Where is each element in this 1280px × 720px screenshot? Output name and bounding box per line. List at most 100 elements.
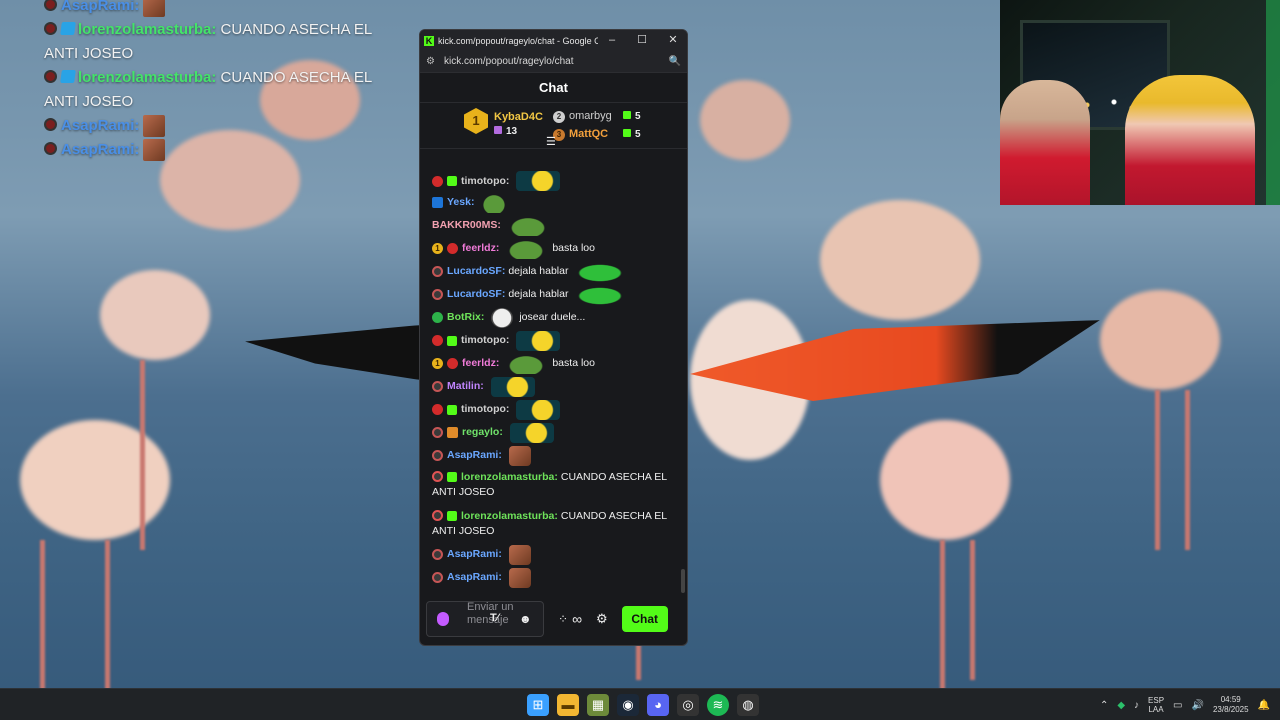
mic-tray-icon[interactable]: ♪ <box>1134 700 1139 711</box>
volume-icon[interactable]: 🔊 <box>1192 700 1204 711</box>
chat-message-list[interactable]: timotopo: Yesk: BAKKR00MS: 1 feerldz: bast… <box>420 171 687 589</box>
text-format-icon[interactable]: T⁄ <box>490 612 499 624</box>
chat-message: lorenzolamasturba: CUANDO ASECHA EL ANTI … <box>432 471 667 498</box>
overlay-message: CUANDO ASECHA EL <box>220 69 373 86</box>
webcam-feed <box>1000 0 1280 205</box>
mod-badge-icon <box>432 549 443 560</box>
address-url[interactable]: kick.com/popout/rageylo/chat <box>444 56 669 67</box>
verified-icon <box>432 197 443 208</box>
minecraft-icon[interactable]: ▦ <box>587 694 609 716</box>
chat-message: timotopo: <box>432 171 675 191</box>
zoom-icon[interactable]: 🔍 <box>669 56 681 67</box>
badge-icon <box>44 70 57 83</box>
leader-second[interactable]: 2 omarbyg <box>553 110 612 123</box>
send-chat-button[interactable]: Chat <box>621 606 668 632</box>
sub-badge-icon <box>447 472 457 482</box>
chat-message: timotopo: <box>432 398 675 421</box>
network-icon[interactable]: ▭ <box>1173 700 1182 711</box>
gift-icon <box>494 126 502 134</box>
mod-badge-icon <box>44 0 57 11</box>
maximize-button[interactable]: ☐ <box>627 30 657 51</box>
emoji-icon[interactable]: ☻ <box>519 612 532 626</box>
emote-image <box>508 445 531 466</box>
start-icon[interactable]: ⊞ <box>527 694 549 716</box>
mic-icon[interactable] <box>437 612 449 626</box>
chat-input[interactable]: Enviar un mensaje T⁄ ☻ <box>426 601 544 637</box>
badge-icon <box>432 510 443 521</box>
overlay-chat-line: lorenzolamasturba: CUANDO ASECHA EL ANTI … <box>44 66 374 114</box>
rank-badge-icon: 1 <box>432 358 443 369</box>
verified-icon <box>60 70 76 83</box>
overlay-chat-line: AsapRami: <box>44 114 374 138</box>
chat-input-row: Enviar un mensaje T⁄ ☻ ⁘ ∞ ⚙ Chat <box>426 600 681 638</box>
leader-third-count: 5 <box>623 129 641 140</box>
chat-message: LucardoSF: dejala hablar <box>432 260 675 283</box>
taskbar-apps: ⊞ ▬ ▦ ◉ ◕ ◎ ≋ ◍ <box>527 694 759 716</box>
discord-icon[interactable]: ◕ <box>647 694 669 716</box>
chrome-icon[interactable]: ◍ <box>737 694 759 716</box>
chat-message: timotopo: <box>432 329 675 352</box>
sub-badge-icon <box>447 404 457 415</box>
leader-name: KybaD4C <box>494 111 543 123</box>
windows-taskbar: ⊞ ▬ ▦ ◉ ◕ ◎ ≋ ◍ ⌃ ◆ ♪ ESP LAA ▭ 🔊 04:59 23… <box>0 688 1280 720</box>
emote-image <box>508 567 531 588</box>
mod-badge-icon <box>432 450 443 461</box>
chat-message: AsapRami: <box>432 444 675 467</box>
chat-popout-window: K kick.com/popout/rageylo/chat - Google … <box>419 29 688 646</box>
chat-message: Matilin: <box>432 375 675 398</box>
stream-chat-overlay: AsapRami: lorenzolamasturba: CUANDO ASEC… <box>44 0 374 162</box>
mod-badge-icon <box>44 118 57 131</box>
emote-image <box>481 192 508 213</box>
emote-image <box>490 376 535 397</box>
spotify-icon[interactable]: ≋ <box>707 694 729 716</box>
emote-image <box>516 171 561 191</box>
chat-message: BotRix: josear duele... <box>432 306 675 329</box>
emote-image <box>572 261 629 282</box>
security-icon[interactable]: ◆ <box>1117 700 1125 711</box>
overlay-username: AsapRami: <box>61 117 140 134</box>
infinity-icon[interactable]: ∞ <box>572 611 582 627</box>
overlay-chat-line: AsapRami: <box>44 138 374 162</box>
rank-badge-icon: 1 <box>432 243 443 254</box>
site-info-icon[interactable]: ⚙ <box>426 56 444 67</box>
file-explorer-icon[interactable]: ▬ <box>557 694 579 716</box>
mod-badge-icon <box>432 289 443 300</box>
chat-message: Yesk: <box>432 191 675 214</box>
steam-icon[interactable]: ◉ <box>617 694 639 716</box>
clock[interactable]: 04:59 23/8/2025 <box>1213 695 1249 715</box>
gift-icon <box>623 129 631 137</box>
chevron-up-icon[interactable]: ⌃ <box>1100 700 1108 711</box>
chat-message: 1 feerldz: basta loo <box>432 237 675 260</box>
emote-image <box>516 330 561 351</box>
address-bar[interactable]: ⚙ kick.com/popout/rageylo/chat 🔍 <box>420 51 687 73</box>
filter-icon[interactable]: ☰ <box>546 135 556 148</box>
rank-2-badge: 2 <box>553 111 565 123</box>
settings-gear-icon[interactable]: ⚙ <box>596 611 608 627</box>
obs-icon[interactable]: ◎ <box>677 694 699 716</box>
mod-badge-icon <box>44 142 57 155</box>
window-titlebar[interactable]: K kick.com/popout/rageylo/chat - Google … <box>420 30 687 51</box>
points-icon[interactable]: ⁘ <box>558 612 568 626</box>
chat-message: 1 feerldz: basta loo <box>432 352 675 375</box>
notification-icon[interactable]: 🔔 <box>1258 700 1270 711</box>
chat-scrollbar[interactable] <box>681 569 685 593</box>
leader-second-count: 5 <box>623 111 641 122</box>
leader-name: MattQC <box>569 128 609 140</box>
sub-badge-icon <box>447 176 457 186</box>
mod-badge-icon <box>432 427 443 438</box>
sub-badge-icon <box>447 511 457 521</box>
leader-name: omarbyg <box>569 110 612 122</box>
chat-message: LucardoSF: dejala hablar <box>432 283 675 306</box>
chat-header: Chat <box>420 73 687 103</box>
minimize-button[interactable]: – <box>597 30 627 51</box>
emote-image <box>143 0 166 18</box>
emote-image <box>506 238 547 259</box>
leader-third[interactable]: 3 MattQC <box>553 128 608 141</box>
overlay-chat-line: AsapRami: <box>44 0 374 18</box>
window-title: kick.com/popout/rageylo/chat - Google Ch… <box>438 35 598 46</box>
emote-image <box>143 139 166 162</box>
language-indicator[interactable]: ESP LAA <box>1148 696 1164 714</box>
overlay-message-cont: ANTI JOSEO <box>44 45 134 62</box>
close-button[interactable]: ✕ <box>658 30 687 51</box>
emote-image <box>508 544 531 565</box>
